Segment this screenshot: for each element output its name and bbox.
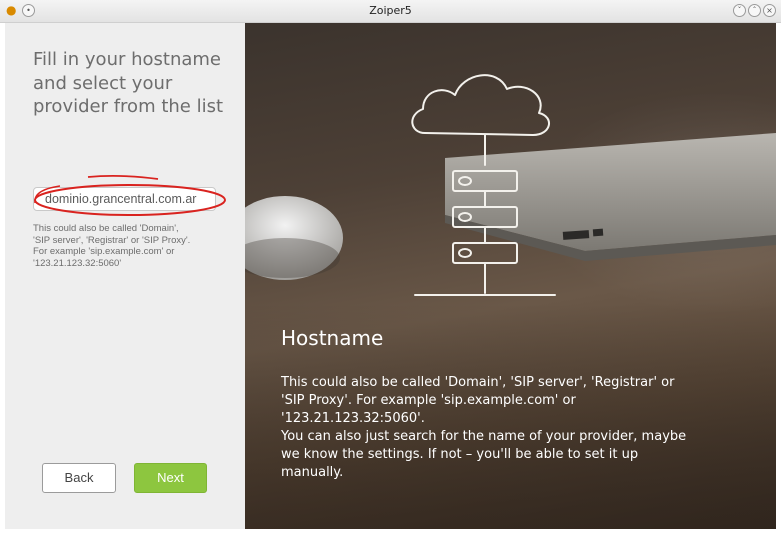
back-button[interactable]: Back [42,463,116,493]
hostname-input[interactable] [33,187,216,211]
info-line: You can also just search for the name of… [281,429,687,444]
helper-line: 'SIP server', 'Registrar' or 'SIP Proxy'… [33,234,191,246]
info-line: 'SIP Proxy'. For example 'sip.example.co… [281,393,576,408]
hostname-helper-text: This could also be called 'Domain', 'SIP… [33,223,238,269]
info-line: This could also be called 'Domain', 'SIP… [281,375,675,390]
setup-panel: Fill in your hostname and select your pr… [5,23,245,529]
info-line: '123.21.123.32:5060'. [281,411,425,426]
info-line: we know the settings. If not – you'll be… [281,447,639,462]
info-description: This could also be called 'Domain', 'SIP… [281,374,721,482]
helper-line: '123.21.123.32:5060' [33,257,122,269]
heading-line: Fill in your hostname [33,49,221,70]
next-button[interactable]: Next [134,463,207,493]
title-bar: ● • Zoiper5 ˇ ˆ × [0,0,781,23]
close-icon[interactable]: × [763,4,776,17]
heading-line: provider from the list [33,96,224,117]
heading-line: and select your [33,72,173,94]
info-panel: Hostname This could also be called 'Doma… [245,23,776,529]
info-title: Hostname [281,326,384,350]
helper-line: This could also be called 'Domain', [33,223,179,234]
minimize-icon[interactable]: ˇ [733,4,746,17]
window-title: Zoiper5 [369,4,412,17]
helper-line: For example 'sip.example.com' or [33,246,175,257]
page-title: Fill in your hostname and select your pr… [33,48,233,119]
info-line: manually. [281,465,344,480]
maximize-icon[interactable]: ˆ [748,4,761,17]
